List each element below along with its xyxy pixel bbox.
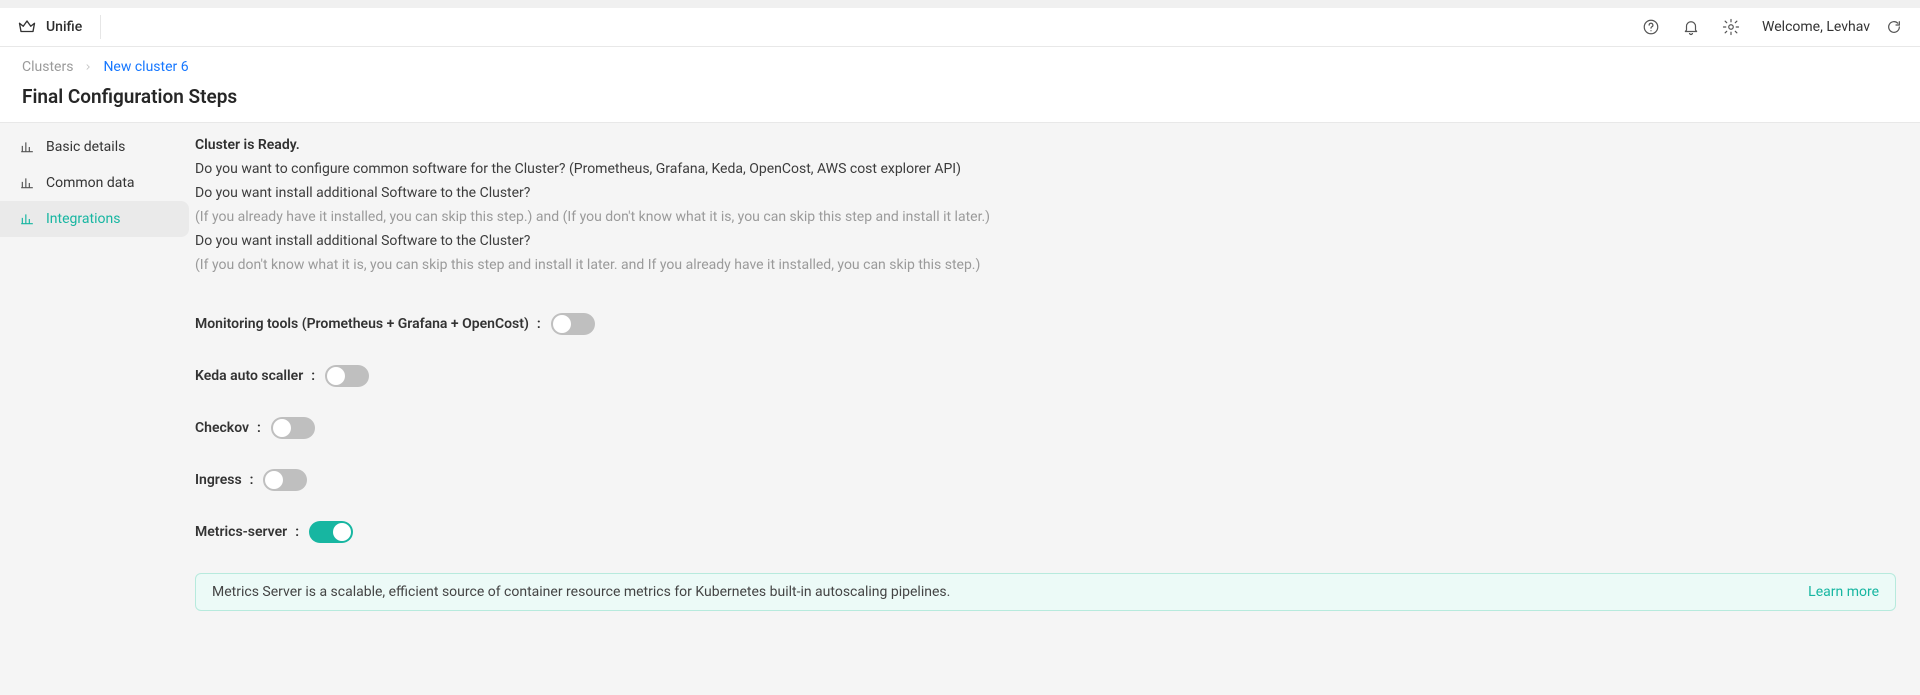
page-head: Clusters New cluster 6 Final Configurati… bbox=[0, 47, 1920, 123]
bar-chart-icon bbox=[20, 212, 34, 226]
gear-icon[interactable] bbox=[1722, 18, 1740, 36]
toggle-label: Metrics-server bbox=[195, 524, 287, 540]
toggle-row-checkov: Checkov: bbox=[195, 417, 1898, 439]
text-note: (If you don't know what it is, you can s… bbox=[195, 257, 1898, 273]
text-line: Do you want to configure common software… bbox=[195, 161, 1898, 177]
breadcrumb-current[interactable]: New cluster 6 bbox=[103, 59, 188, 75]
banner-text: Metrics Server is a scalable, efficient … bbox=[212, 584, 950, 600]
toggle-label: Ingress bbox=[195, 472, 242, 488]
sidebar-item-label: Common data bbox=[46, 175, 135, 191]
topbar-actions: Welcome, Levhav bbox=[1642, 18, 1902, 36]
toggle-ingress[interactable] bbox=[263, 469, 307, 491]
bar-chart-icon bbox=[20, 176, 34, 190]
toggle-row-monitoring: Monitoring tools (Prometheus + Grafana +… bbox=[195, 313, 1898, 335]
reload-icon[interactable] bbox=[1886, 19, 1902, 35]
learn-more-link[interactable]: Learn more bbox=[1808, 584, 1879, 600]
toggle-keda[interactable] bbox=[325, 365, 369, 387]
top-bar: Unifie Welcome, Levhav bbox=[0, 0, 1920, 47]
sidebar-item-label: Basic details bbox=[46, 139, 125, 155]
breadcrumb: Clusters New cluster 6 bbox=[22, 59, 1898, 75]
chevron-right-icon bbox=[83, 62, 93, 72]
breadcrumb-root[interactable]: Clusters bbox=[22, 59, 73, 75]
sidebar: Basic details Common data Integrations bbox=[0, 123, 195, 695]
toggle-row-ingress: Ingress: bbox=[195, 469, 1898, 491]
text-line: Do you want install additional Software … bbox=[195, 185, 1898, 201]
help-icon[interactable] bbox=[1642, 18, 1660, 36]
sidebar-item-integrations[interactable]: Integrations bbox=[0, 201, 189, 237]
bar-chart-icon bbox=[20, 140, 34, 154]
bell-icon[interactable] bbox=[1682, 18, 1700, 36]
text-line: Do you want install additional Software … bbox=[195, 233, 1898, 249]
brand[interactable]: Unifie bbox=[18, 15, 101, 39]
toggle-row-metrics: Metrics-server: bbox=[195, 521, 1898, 543]
main-panel: Cluster is Ready. Do you want to configu… bbox=[195, 123, 1920, 695]
sidebar-item-label: Integrations bbox=[46, 211, 120, 227]
toggle-row-keda: Keda auto scaller: bbox=[195, 365, 1898, 387]
text-note: (If you already have it installed, you c… bbox=[195, 209, 1898, 225]
toggle-label: Monitoring tools (Prometheus + Grafana +… bbox=[195, 316, 529, 332]
page-title: Final Configuration Steps bbox=[22, 85, 1898, 108]
crown-icon bbox=[18, 18, 36, 36]
toggle-metrics[interactable] bbox=[309, 521, 353, 543]
sidebar-item-basic-details[interactable]: Basic details bbox=[0, 129, 189, 165]
welcome-text[interactable]: Welcome, Levhav bbox=[1762, 19, 1870, 35]
content: Basic details Common data Integrations C… bbox=[0, 123, 1920, 695]
toggle-monitoring[interactable] bbox=[551, 313, 595, 335]
cluster-ready-text: Cluster is Ready. bbox=[195, 137, 1898, 153]
toggle-label: Keda auto scaller bbox=[195, 368, 303, 384]
toggle-checkov[interactable] bbox=[271, 417, 315, 439]
info-banner: Metrics Server is a scalable, efficient … bbox=[195, 573, 1896, 611]
sidebar-item-common-data[interactable]: Common data bbox=[0, 165, 189, 201]
toggle-label: Checkov bbox=[195, 420, 249, 436]
brand-name: Unifie bbox=[46, 19, 82, 35]
